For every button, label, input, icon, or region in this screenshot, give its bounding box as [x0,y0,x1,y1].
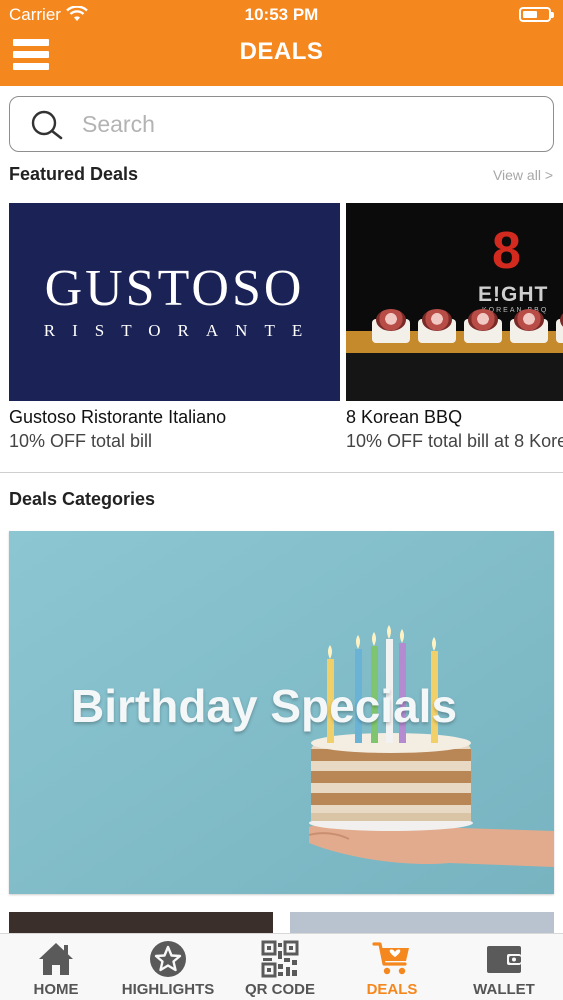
food-tray-base [346,353,563,401]
view-all-link[interactable]: View all > [493,167,553,183]
tab-wallet[interactable]: WALLET [448,934,560,1000]
search-icon [31,110,63,140]
deal-card-gustoso[interactable]: GUSTOSO RISTORANTE Gustoso Ristorante It… [9,203,340,452]
clock: 10:53 PM [244,5,319,24]
eight-logo-brand: E!GHT [478,283,549,306]
qr-code-icon [261,940,299,978]
search-bar[interactable] [9,96,554,152]
star-badge-icon [150,941,186,977]
section-divider [0,472,563,473]
deal-offer: 10% OFF total bill at 8 Korean BBQ [346,431,563,451]
deal-image-gustoso: GUSTOSO RISTORANTE [9,203,340,401]
tab-home[interactable]: HOME [0,934,112,1000]
featured-deals-carousel[interactable]: GUSTOSO RISTORANTE Gustoso Ristorante It… [0,203,563,463]
tab-label: DEALS [366,981,418,998]
tab-label: WALLET [473,981,535,998]
tab-highlights[interactable]: HIGHLIGHTS [112,934,224,1000]
deal-image-8-korean-bbq: 8 E!GHT KOREAN BBQ [346,203,563,401]
deals-categories-title: Deals Categories [9,489,156,509]
featured-deals-title: Featured Deals [9,164,139,184]
battery-icon [519,7,554,22]
category-label: Birthday Specials [71,680,458,732]
tab-deals[interactable]: DEALS [336,934,448,1000]
deals-cart-icon [372,942,409,975]
navigation-bar: Carrier 10:53 PM DEALS [0,0,563,86]
deal-name: 8 Korean BBQ [346,407,463,427]
deal-offer: 10% OFF total bill [9,431,153,451]
deal-name: Gustoso Ristorante Italiano [9,407,227,427]
deal-card-8-korean-bbq[interactable]: 8 E!GHT KOREAN BBQ 8 Korean BBQ 10% OFF … [346,203,563,452]
wallet-icon [487,946,521,973]
status-bar: Carrier 10:53 PM [0,0,563,30]
search-input[interactable] [82,107,532,141]
tab-label: HOME [33,981,79,998]
tab-label: QR CODE [244,981,315,998]
category-banner-birthday[interactable]: Birthday Specials [9,531,554,894]
tab-label: HIGHLIGHTS [121,981,215,998]
gustoso-logo-subtext: RISTORANTE [43,321,320,340]
tab-bar: HOME HIGHLIGHTS QR CODE DEALS WALLET [0,933,563,1000]
home-icon [39,943,73,975]
tab-qr-code[interactable]: QR CODE [224,934,336,1000]
page-title: DEALS [239,38,324,65]
gustoso-logo-text: GUSTOSO [44,260,305,317]
eight-logo-number: 8 [492,222,521,280]
